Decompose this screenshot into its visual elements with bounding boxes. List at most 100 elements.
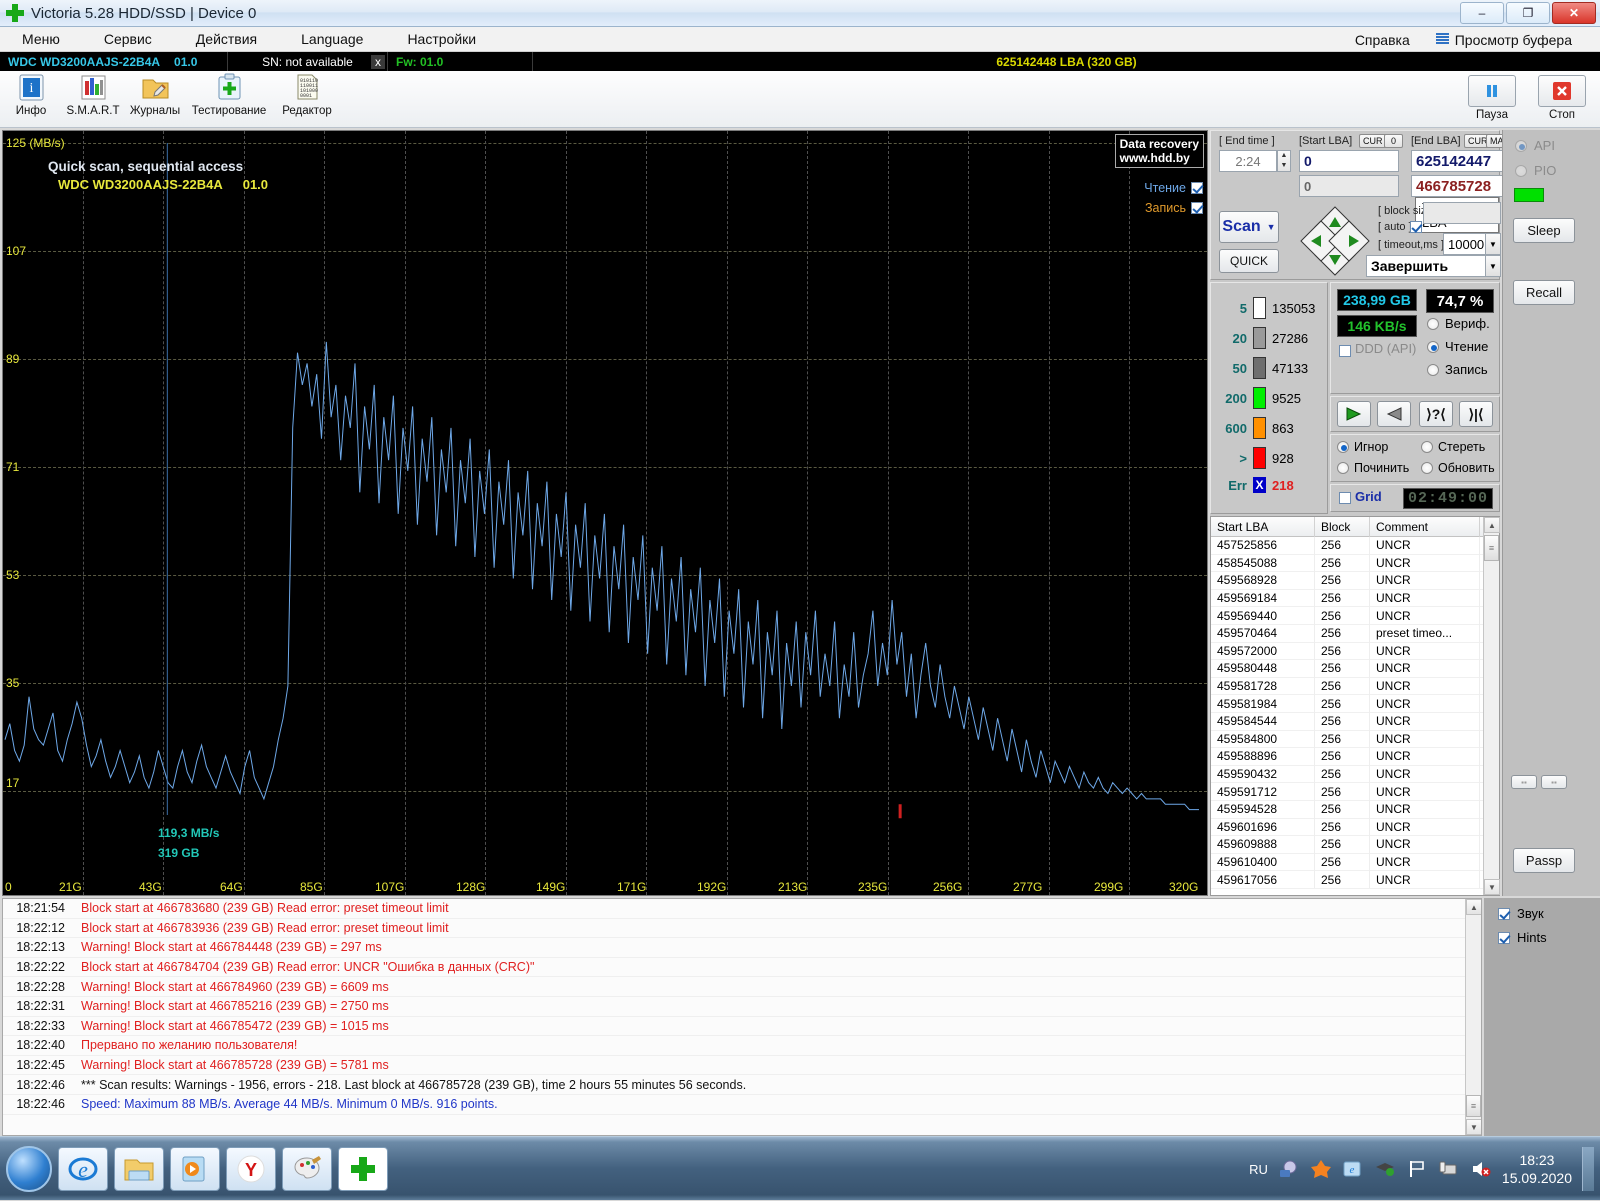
api-option[interactable]: API xyxy=(1515,138,1555,153)
hints-checkbox[interactable] xyxy=(1498,931,1510,944)
legend-read-checkbox[interactable] xyxy=(1191,182,1203,194)
menu-item-service[interactable]: Сервис xyxy=(82,29,174,49)
log-row[interactable]: 18:22:46 Speed: Maximum 88 MB/s. Average … xyxy=(3,1095,1481,1115)
taskbar-yandex-browser[interactable]: Y xyxy=(226,1146,276,1191)
table-row[interactable]: 459580448 256 UNCR xyxy=(1211,659,1499,678)
table-row[interactable]: 459610400 256 UNCR xyxy=(1211,853,1499,872)
scroll-thumb[interactable]: ≡ xyxy=(1484,535,1499,561)
log-panel[interactable]: 18:21:54 Block start at 466783680 (239 GB… xyxy=(2,898,1482,1136)
table-row[interactable]: 457525856 256 UNCR xyxy=(1211,537,1499,555)
toolbar-button-testing[interactable]: Тестирование xyxy=(186,71,272,126)
auto-checkbox[interactable] xyxy=(1410,221,1422,233)
log-scroll-thumb[interactable]: ≡ xyxy=(1466,1095,1481,1117)
table-row[interactable]: 459617056 256 UNCR xyxy=(1211,870,1499,889)
api-radio[interactable] xyxy=(1515,139,1527,152)
action-option-erase[interactable]: Стереть xyxy=(1421,440,1485,454)
scroll-up-button[interactable]: ▲ xyxy=(1484,517,1500,533)
finish-action-select[interactable]: Завершить xyxy=(1366,255,1501,277)
quick-button[interactable]: QUICK xyxy=(1219,249,1279,273)
toolbar-button-stop[interactable]: Стоп xyxy=(1530,73,1594,128)
tray-volume-muted-icon[interactable] xyxy=(1470,1159,1492,1179)
log-row[interactable]: 18:21:54 Block start at 466783680 (239 GB… xyxy=(3,899,1481,919)
reverse-button[interactable] xyxy=(1377,401,1411,427)
erase-radio[interactable] xyxy=(1421,441,1433,453)
scan-graph[interactable]: 125 (MB/s) 107 89 71 53 35 17 0 21G 43G … xyxy=(2,130,1208,896)
log-scroll-down-button[interactable]: ▼ xyxy=(1466,1119,1481,1135)
tray-graduation-icon[interactable] xyxy=(1374,1159,1396,1179)
timeout-dropdown-arrow[interactable]: ▼ xyxy=(1485,233,1501,255)
table-row[interactable]: 459581728 256 UNCR xyxy=(1211,677,1499,696)
taskbar-victoria[interactable] xyxy=(338,1146,388,1191)
menu-item-language[interactable]: Language xyxy=(279,29,385,49)
log-row[interactable]: 18:22:40 Прервано по желанию пользователя… xyxy=(3,1036,1481,1056)
log-row[interactable]: 18:22:22 Block start at 466784704 (239 GB… xyxy=(3,958,1481,978)
minimize-button[interactable]: – xyxy=(1460,2,1504,24)
log-row[interactable]: 18:22:28 Warning! Block start at 46678496… xyxy=(3,977,1481,997)
toolbar-button-info[interactable]: i Инфо xyxy=(0,71,62,126)
menu-item-buffer-view[interactable]: Просмотр буфера xyxy=(1453,30,1594,50)
table-row[interactable]: 459568928 256 UNCR xyxy=(1211,571,1499,590)
table-row[interactable]: 459581984 256 UNCR xyxy=(1211,694,1499,713)
menu-item-actions[interactable]: Действия xyxy=(174,29,279,49)
start-button[interactable] xyxy=(1337,401,1371,427)
start-lba-field[interactable]: 0 xyxy=(1299,150,1399,172)
pio-option[interactable]: PIO xyxy=(1515,163,1556,178)
ddd-api-checkbox[interactable] xyxy=(1339,345,1351,357)
passport-button[interactable]: Passp xyxy=(1513,848,1575,873)
toolbar-button-logs[interactable]: Журналы xyxy=(124,71,186,126)
table-row[interactable]: 459570464 256 preset timeo... xyxy=(1211,624,1499,643)
grid-checkbox[interactable] xyxy=(1339,492,1351,504)
seek-unknown-button[interactable]: ⟩?⟨ xyxy=(1419,401,1453,427)
toolbar-button-pause[interactable]: Пауза xyxy=(1460,73,1524,128)
table-row[interactable]: 459594528 256 UNCR xyxy=(1211,800,1499,819)
action-option-ignore[interactable]: Игнор xyxy=(1337,440,1388,454)
table-row[interactable]: 459572000 256 UNCR xyxy=(1211,642,1499,661)
sound-checkbox[interactable] xyxy=(1498,907,1510,920)
log-row[interactable]: 18:22:33 Warning! Block start at 46678547… xyxy=(3,1017,1481,1037)
start-orb-icon[interactable] xyxy=(6,1145,52,1192)
verify-radio[interactable] xyxy=(1427,317,1439,330)
log-row[interactable]: 18:22:31 Warning! Block start at 46678521… xyxy=(3,997,1481,1017)
show-desktop-button[interactable] xyxy=(1582,1147,1594,1191)
log-row[interactable]: 18:22:45 Warning! Block start at 46678572… xyxy=(3,1056,1481,1076)
table-row[interactable]: 459590432 256 UNCR xyxy=(1211,765,1499,784)
start-lba-zero-button[interactable]: 0 xyxy=(1384,134,1403,148)
legend-read-row[interactable]: Чтение xyxy=(1144,181,1203,195)
log-row[interactable]: 18:22:46 *** Scan results: Warnings - 195… xyxy=(3,1075,1481,1095)
log-row[interactable]: 18:22:12 Block start at 466783936 (239 GB… xyxy=(3,919,1481,939)
taskbar-internet-explorer[interactable]: e xyxy=(58,1146,108,1191)
tray-language[interactable]: RU xyxy=(1249,1162,1268,1177)
toolbar-button-smart[interactable]: S.M.A.R.T xyxy=(62,71,124,126)
recall-button[interactable]: Recall xyxy=(1513,280,1575,305)
defect-table[interactable]: Start LBA Block Comment 457525856 256 UNCR… xyxy=(1210,516,1500,896)
start-lba-cur-button[interactable]: CUR xyxy=(1359,134,1387,148)
mode-option-verify[interactable]: Вериф. xyxy=(1427,316,1490,331)
table-row[interactable]: 459584544 256 UNCR xyxy=(1211,712,1499,731)
table-row[interactable]: 458545088 256 UNCR xyxy=(1211,554,1499,573)
repair-radio[interactable] xyxy=(1337,462,1349,474)
legend-write-row[interactable]: Запись xyxy=(1145,201,1203,215)
table-row[interactable]: 459584800 256 UNCR xyxy=(1211,730,1499,749)
toolbar-button-editor[interactable]: 010110 110011 101000 0001 Редактор xyxy=(272,71,342,126)
end-time-spinner[interactable]: ▲ ▼ xyxy=(1277,150,1291,172)
log-scrollbar[interactable]: ▲ ▼ ≡ xyxy=(1465,899,1481,1135)
table-row[interactable]: 459569184 256 UNCR xyxy=(1211,589,1499,608)
table-row[interactable]: 459569440 256 UNCR xyxy=(1211,606,1499,625)
seek-end-button[interactable]: ⟩|⟨ xyxy=(1459,401,1493,427)
scan-button[interactable]: Scan ▼ xyxy=(1219,211,1279,243)
end-time-field[interactable]: 2:24 xyxy=(1219,150,1277,172)
read-radio[interactable] xyxy=(1427,340,1439,353)
table-row[interactable]: 459609888 256 UNCR xyxy=(1211,835,1499,854)
ignore-radio[interactable] xyxy=(1337,441,1349,453)
serial-clear-button[interactable]: x xyxy=(371,54,385,69)
small-button-a[interactable]: ▪▪ xyxy=(1511,775,1537,789)
log-scroll-up-button[interactable]: ▲ xyxy=(1466,899,1481,915)
pio-radio[interactable] xyxy=(1515,164,1527,177)
taskbar-media-player[interactable] xyxy=(170,1146,220,1191)
tray-network-share-icon[interactable] xyxy=(1278,1159,1300,1179)
legend-write-checkbox[interactable] xyxy=(1191,202,1203,214)
taskbar-file-explorer[interactable] xyxy=(114,1146,164,1191)
close-button[interactable]: ✕ xyxy=(1552,2,1596,24)
tray-action-flag-icon[interactable] xyxy=(1406,1159,1428,1179)
table-row[interactable]: 459601696 256 UNCR xyxy=(1211,818,1499,837)
